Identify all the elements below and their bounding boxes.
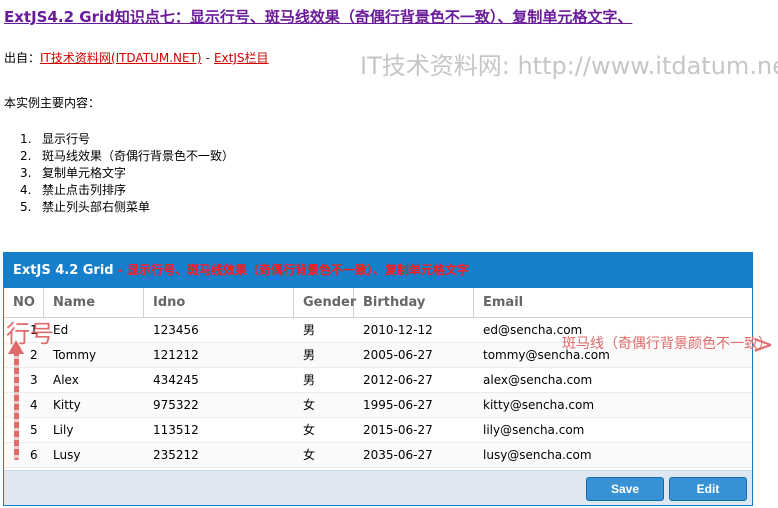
list-number: 4. bbox=[20, 183, 32, 197]
list-item: 1. 显示行号 bbox=[20, 131, 234, 148]
table-row[interactable]: 4 Kitty 975322 女 1995-06-27 kitty@sencha… bbox=[4, 393, 752, 418]
email-cell[interactable]: lusy@sencha.com bbox=[474, 443, 752, 468]
list-item: 4. 禁止点击列排序 bbox=[20, 182, 234, 199]
idno-cell[interactable]: 975322 bbox=[144, 393, 294, 418]
list-number: 1. bbox=[20, 132, 32, 146]
source-label: 出自： bbox=[4, 51, 41, 65]
grid-title-bar: ExtJS 4.2 Grid - 显示行号、斑马线效果（奇偶行背景色不一致）、复… bbox=[4, 253, 752, 288]
watermark: IT技术资料网: http://www.itdatum.net bbox=[360, 52, 778, 80]
list-number: 2. bbox=[20, 149, 32, 163]
column-header-idno[interactable]: Idno bbox=[144, 288, 294, 318]
list-text: 禁止列头部右侧菜单 bbox=[42, 200, 151, 214]
idno-cell[interactable]: 434245 bbox=[144, 368, 294, 393]
email-cell[interactable]: alex@sencha.com bbox=[474, 368, 752, 393]
column-header-name[interactable]: Name bbox=[44, 288, 144, 318]
itdatum-link[interactable]: IT技术资料网(ITDATUM.NET) bbox=[40, 51, 202, 65]
name-cell[interactable]: Lily bbox=[44, 418, 144, 443]
name-cell[interactable]: Alex bbox=[44, 368, 144, 393]
list-item: 2. 斑马线效果（奇偶行背景色不一致） bbox=[20, 148, 234, 165]
birthday-cell[interactable]: 2012-06-27 bbox=[354, 368, 474, 393]
gender-cell[interactable]: 男 bbox=[294, 343, 354, 368]
grid-panel: ExtJS 4.2 Grid - 显示行号、斑马线效果（奇偶行背景色不一致）、复… bbox=[3, 252, 753, 506]
email-cell[interactable]: kitty@sencha.com bbox=[474, 393, 752, 418]
idno-cell[interactable]: 235212 bbox=[144, 443, 294, 468]
page-title: ExtJS4.2 Grid知识点七：显示行号、斑马线效果（奇偶行背景色不一致）、… bbox=[4, 8, 633, 26]
feature-list: 1. 显示行号 2. 斑马线效果（奇偶行背景色不一致） 3. 复制单元格文字 4. 禁止… bbox=[20, 131, 234, 216]
column-header-no[interactable]: NO bbox=[4, 288, 44, 318]
list-text: 斑马线效果（奇偶行背景色不一致） bbox=[42, 149, 235, 163]
name-cell[interactable]: Ed bbox=[44, 318, 144, 343]
birthday-cell[interactable]: 1995-06-27 bbox=[354, 393, 474, 418]
extjs-column-link[interactable]: ExtJS栏目 bbox=[214, 51, 269, 65]
gender-cell[interactable]: 女 bbox=[294, 418, 354, 443]
save-button[interactable]: Save bbox=[586, 477, 664, 501]
gender-cell[interactable]: 女 bbox=[294, 393, 354, 418]
zebra-annotation: 斑马线（奇偶行背景颜色不一致） bbox=[562, 336, 772, 352]
grid-toolbar: Save Edit bbox=[4, 470, 752, 505]
column-header-gender[interactable]: Gender bbox=[294, 288, 356, 318]
gender-cell[interactable]: 男 bbox=[294, 368, 354, 393]
row-number-cell: 4 bbox=[30, 398, 38, 412]
name-cell[interactable]: Lusy bbox=[44, 443, 144, 468]
row-number-cell: 5 bbox=[30, 423, 38, 437]
table-row[interactable]: 3 Alex 434245 男 2012-06-27 alex@sencha.c… bbox=[4, 368, 752, 393]
grid-subtitle: - 显示行号、斑马线效果（奇偶行背景色不一致）、复制单元格文字 bbox=[113, 263, 469, 277]
email-cell[interactable]: lily@sencha.com bbox=[474, 418, 752, 443]
grid-title: ExtJS 4.2 Grid bbox=[13, 263, 114, 278]
column-header-birthday[interactable]: Birthday bbox=[354, 288, 474, 318]
idno-cell[interactable]: 121212 bbox=[144, 343, 294, 368]
idno-cell[interactable]: 123456 bbox=[144, 318, 294, 343]
column-header-row: NO Name Idno Gender Birthday Email bbox=[4, 288, 752, 318]
intro-text: 本实例主要内容： bbox=[4, 96, 101, 110]
row-number-cell: 3 bbox=[30, 373, 38, 387]
birthday-cell[interactable]: 2035-06-27 bbox=[354, 443, 474, 468]
list-text: 显示行号 bbox=[42, 132, 91, 146]
source-separator: - bbox=[205, 51, 210, 65]
chevron-right-icon: > bbox=[752, 330, 774, 360]
name-cell[interactable]: Tommy bbox=[44, 343, 144, 368]
list-text: 禁止点击列排序 bbox=[42, 183, 127, 197]
arrow-line-icon bbox=[14, 350, 19, 460]
birthday-cell[interactable]: 2015-06-27 bbox=[354, 418, 474, 443]
table-row[interactable]: 5 Lily 113512 女 2015-06-27 lily@sencha.c… bbox=[4, 418, 752, 443]
gender-cell[interactable]: 女 bbox=[294, 443, 354, 468]
list-number: 5. bbox=[20, 200, 32, 214]
column-header-email[interactable]: Email bbox=[474, 288, 752, 318]
list-item: 5. 禁止列头部右侧菜单 bbox=[20, 199, 234, 216]
list-item: 3. 复制单元格文字 bbox=[20, 165, 234, 182]
source-line: 出自：IT技术资料网(ITDATUM.NET) - ExtJS栏目 bbox=[4, 50, 269, 66]
table-row[interactable]: 6 Lusy 235212 女 2035-06-27 lusy@sencha.c… bbox=[4, 443, 752, 468]
idno-cell[interactable]: 113512 bbox=[144, 418, 294, 443]
row-number-cell: 6 bbox=[30, 448, 38, 462]
edit-button[interactable]: Edit bbox=[669, 477, 747, 501]
name-cell[interactable]: Kitty bbox=[44, 393, 144, 418]
birthday-cell[interactable]: 2005-06-27 bbox=[354, 343, 474, 368]
list-number: 3. bbox=[20, 166, 32, 180]
gender-cell[interactable]: 男 bbox=[294, 318, 354, 343]
birthday-cell[interactable]: 2010-12-12 bbox=[354, 318, 474, 343]
list-text: 复制单元格文字 bbox=[42, 166, 127, 180]
